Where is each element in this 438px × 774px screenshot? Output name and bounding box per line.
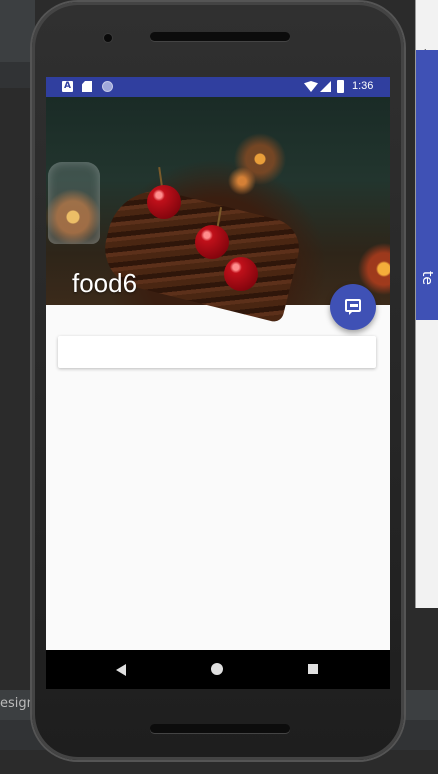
battery-icon — [337, 80, 344, 93]
sd-card-icon — [82, 81, 92, 92]
status-time: 1:36 — [352, 80, 374, 92]
ide-left-panel — [0, 0, 35, 62]
a-badge-icon: A — [62, 81, 73, 92]
design-tab[interactable]: esign — [0, 696, 35, 711]
home-icon[interactable] — [211, 663, 223, 675]
recents-icon[interactable] — [308, 664, 318, 674]
sync-circle-icon — [102, 81, 113, 92]
cherry — [195, 225, 229, 259]
status-bar: A 1:36 — [46, 77, 390, 97]
phone-screen: A 1:36 food6 — [46, 77, 390, 689]
page-title: food6 — [72, 268, 138, 298]
signal-icon — [320, 81, 331, 92]
front-camera-icon — [104, 34, 112, 42]
ide-left-strip — [0, 62, 35, 88]
ide-right-panel: ( te — [415, 0, 438, 608]
chat-dots — [351, 305, 357, 306]
bottom-speaker — [150, 724, 290, 733]
cherry — [224, 257, 258, 291]
chat-fab-button[interactable] — [330, 284, 376, 330]
wifi-icon — [304, 81, 318, 92]
header-image: food6 — [46, 97, 390, 324]
ide-vertical-label: te — [419, 270, 436, 286]
candle-jar — [48, 162, 100, 244]
emulator-stage: ( te esign A 1:36 food — [0, 0, 438, 774]
content-card[interactable] — [58, 336, 376, 368]
navigation-bar — [46, 650, 390, 689]
ide-preview-strip: te — [416, 50, 438, 320]
cherry — [147, 185, 181, 219]
chat-icon — [345, 299, 361, 315]
back-icon[interactable] — [116, 664, 126, 676]
top-speaker — [150, 32, 290, 41]
